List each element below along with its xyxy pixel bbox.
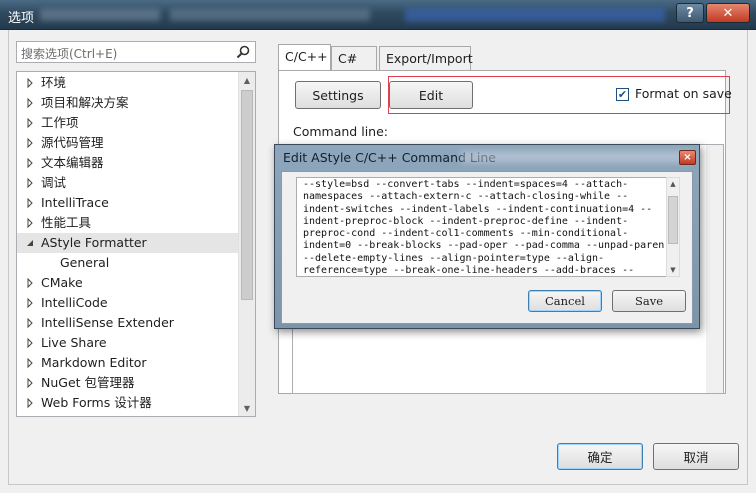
scroll-down-icon[interactable]: ▼ — [239, 400, 255, 416]
help-button[interactable]: ? — [676, 3, 704, 23]
edit-button[interactable]: Edit — [389, 81, 473, 109]
expand-arrow-icon[interactable] — [25, 78, 35, 88]
title-bar: 选项 ? ✕ — [0, 0, 756, 30]
tab-csharp[interactable]: C# — [331, 46, 377, 70]
settings-button[interactable]: Settings — [295, 81, 381, 109]
cancel-button[interactable]: 取消 — [653, 443, 739, 470]
command-line-label: Command line: — [293, 124, 388, 139]
tree-item-environment[interactable]: 环境 — [17, 73, 239, 93]
tab-cpp[interactable]: C/C++ — [278, 44, 331, 70]
window-title: 选项 — [8, 11, 35, 26]
editor-scrollbar[interactable]: ▲ ▼ — [666, 177, 680, 277]
tree-scrollbar[interactable]: ▲ ▼ — [238, 72, 255, 416]
tree-item-cmake[interactable]: CMake — [17, 273, 239, 293]
blurred-tab — [170, 9, 370, 21]
tree-item-performance-tools[interactable]: 性能工具 — [17, 213, 239, 233]
tree-item-live-share[interactable]: Live Share — [17, 333, 239, 353]
search-placeholder: 搜索选项(Ctrl+E) — [21, 47, 118, 61]
expand-arrow-icon[interactable] — [25, 398, 35, 408]
blurred-background-text — [461, 151, 691, 163]
blurred-tab — [40, 9, 160, 21]
tree-item-text-editor[interactable]: 文本编辑器 — [17, 153, 239, 173]
tree-item-intellicode[interactable]: IntelliCode — [17, 293, 239, 313]
search-icon[interactable] — [235, 44, 251, 60]
ok-button[interactable]: 确定 — [557, 443, 643, 470]
tab-export-import[interactable]: Export/Import — [379, 46, 473, 70]
scroll-down-icon[interactable]: ▼ — [667, 264, 679, 276]
dialog-body: --style=bsd --convert-tabs --indent=spac… — [281, 171, 693, 324]
expand-arrow-icon[interactable] — [25, 358, 35, 368]
tree-item-intellitrace[interactable]: IntelliTrace — [17, 193, 239, 213]
expand-arrow-icon[interactable] — [25, 98, 35, 108]
expand-arrow-icon[interactable] — [25, 158, 35, 168]
tree-item-general[interactable]: General — [17, 253, 239, 273]
command-line-editor[interactable]: --style=bsd --convert-tabs --indent=spac… — [296, 177, 670, 277]
options-tree: 环境 项目和解决方案 工作项 源代码管理 文本编辑器 调试 IntelliTra… — [16, 71, 256, 417]
scroll-thumb[interactable] — [241, 90, 253, 300]
expand-arrow-icon[interactable] — [25, 138, 35, 148]
scroll-thumb[interactable] — [668, 196, 678, 244]
expand-arrow-icon[interactable] — [25, 378, 35, 388]
tree-item-markdown-editor[interactable]: Markdown Editor — [17, 353, 239, 373]
expand-arrow-icon[interactable] — [25, 178, 35, 188]
tree-item-web-forms-designer[interactable]: Web Forms 设计器 — [17, 393, 239, 413]
collapse-arrow-icon[interactable] — [25, 238, 35, 248]
close-window-button[interactable]: ✕ — [706, 3, 750, 23]
format-on-save-label: Format on save — [635, 86, 732, 101]
dialog-cancel-button[interactable]: Cancel — [528, 290, 602, 312]
command-line-scrollbar[interactable] — [706, 145, 723, 393]
expand-arrow-icon[interactable] — [25, 338, 35, 348]
expand-arrow-icon[interactable] — [25, 318, 35, 328]
expand-arrow-icon[interactable] — [25, 278, 35, 288]
tree-item-astyle-formatter[interactable]: AStyle Formatter — [17, 233, 239, 253]
blurred-tab — [405, 8, 665, 22]
scroll-up-icon[interactable]: ▲ — [239, 72, 255, 88]
expand-arrow-icon[interactable] — [25, 198, 35, 208]
tree-item-nuget[interactable]: NuGet 包管理器 — [17, 373, 239, 393]
tree-item-work-items[interactable]: 工作项 — [17, 113, 239, 133]
tree-item-source-control[interactable]: 源代码管理 — [17, 133, 239, 153]
dialog-save-button[interactable]: Save — [612, 290, 686, 312]
expand-arrow-icon[interactable] — [25, 218, 35, 228]
tree-item-projects[interactable]: 项目和解决方案 — [17, 93, 239, 113]
search-input[interactable]: 搜索选项(Ctrl+E) — [16, 41, 256, 63]
tree-item-debugging[interactable]: 调试 — [17, 173, 239, 193]
expand-arrow-icon[interactable] — [25, 298, 35, 308]
edit-command-line-dialog: Edit AStyle C/C++ Command Line × --style… — [274, 144, 700, 329]
format-on-save-checkbox[interactable]: ✔ — [616, 88, 629, 101]
tree-item-intellisense-extender[interactable]: IntelliSense Extender — [17, 313, 239, 333]
scroll-up-icon[interactable]: ▲ — [667, 178, 679, 190]
checkmark-icon: ✔ — [617, 88, 628, 101]
expand-arrow-icon[interactable] — [25, 118, 35, 128]
close-icon[interactable]: × — [679, 150, 696, 165]
